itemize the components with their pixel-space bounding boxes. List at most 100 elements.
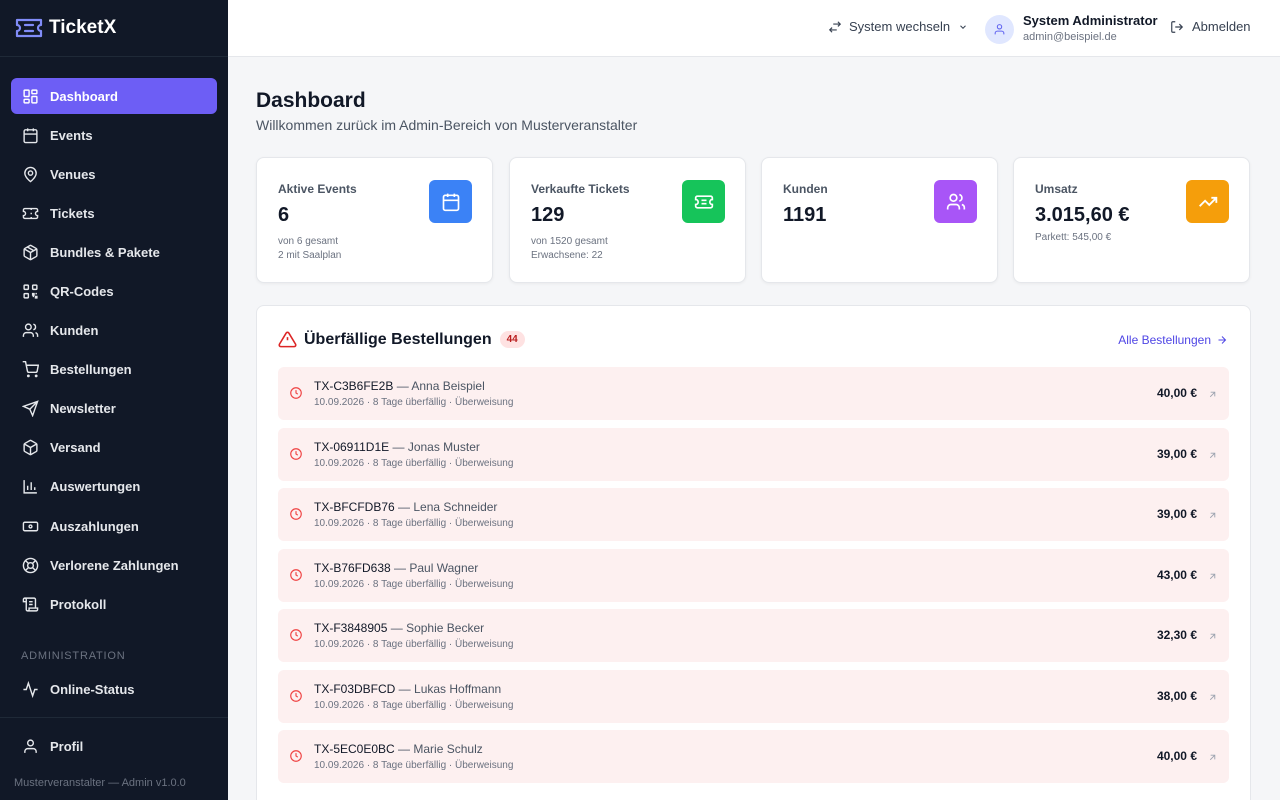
stat-subtext: Parkett: 545,00 € [1035,232,1112,243]
external-link-icon[interactable] [1207,508,1218,519]
stat-label: Umsatz [1035,182,1078,196]
list-item[interactable]: TX-F03DBFCD — Lukas Hoffmann 10.09.2026 ·… [278,669,1229,723]
list-item[interactable]: TX-C3B6FE2B — Anna Beispiel 10.09.2026 · … [278,367,1229,420]
all-orders-link[interactable]: Alle Bestellungen [1118,333,1228,347]
system-switch-button[interactable]: System wechseln [828,19,968,34]
sidebar-item-venues[interactable]: Venues [11,156,217,192]
stat-value: 129 [531,204,565,226]
order-details: 10.09.2026 · 8 Tage überfällig · Überwei… [314,578,514,590]
external-link-icon[interactable] [1207,629,1218,640]
order-details: 10.09.2026 · 8 Tage überfällig · Überwei… [314,518,514,529]
list-item[interactable]: TX-B76FD638 — Paul Wagner 10.09.2026 · 8 … [278,548,1229,602]
order-separator: — [390,560,410,575]
sidebar-item-protokoll[interactable]: Protokoll [11,586,217,622]
sidebar-item-label: Kunden [50,323,99,339]
stat-label: Verkaufte Tickets [531,182,630,196]
stat-card-verkaufte-tickets: Verkaufte Tickets 129 von 1520 gesamt Er… [509,157,746,283]
clock-icon [289,628,303,642]
stat-subtext: von 1520 gesamt [531,236,608,247]
topbar: System wechseln System Administrator adm… [228,0,1280,57]
dashboard-icon [22,88,39,105]
users-icon [22,322,39,339]
qr-code-icon [22,283,39,300]
sidebar-item-label: QR-Codes [50,283,114,299]
order-title: TX-F03DBFCD — Lukas Hoffmann [314,682,501,696]
sidebar-item-newsletter[interactable]: Newsletter [11,391,217,427]
logout-icon [1171,20,1184,33]
external-link-icon[interactable] [1207,690,1218,701]
package-icon [22,244,39,261]
sidebar-item-events[interactable]: Events [11,117,217,153]
order-details: 10.09.2026 · 8 Tage überfällig · Überwei… [314,639,514,650]
user-menu[interactable]: System Administrator admin@beispiel.de [985,13,1158,45]
order-separator: — [394,742,414,756]
sidebar-item-tickets[interactable]: Tickets [11,195,217,231]
sidebar-item-auswertungen[interactable]: Auswertungen [11,469,217,505]
order-details: 10.09.2026 · 8 Tage überfällig · Überwei… [314,397,514,408]
sidebar-item-label: Versand [50,440,101,456]
sidebar-item-qr-codes[interactable]: QR-Codes [11,273,217,309]
list-item[interactable]: TX-BFCFDB76 — Lena Schneider 10.09.2026 ·… [278,488,1229,541]
sidebar-item-label: Auswertungen [50,479,141,495]
order-customer: Paul Wagner [409,560,479,575]
order-customer: Jonas Muster [407,439,480,454]
panel-header: Überfällige Bestellungen 44 [278,330,525,349]
order-separator: — [395,681,415,696]
box-icon [22,439,39,456]
order-id: TX-F3848905 [314,621,388,635]
sidebar-item-kunden[interactable]: Kunden [11,313,217,349]
order-separator: — [393,379,412,393]
overdue-orders-panel: Überfällige Bestellungen 44 Alle Bestell… [256,305,1251,800]
stat-card-kunden: Kunden 1191 [761,157,998,283]
lifebuoy-icon [22,557,39,574]
order-title: TX-BFCFDB76 — Lena Schneider [314,500,497,514]
external-link-icon[interactable] [1207,448,1218,459]
external-link-icon[interactable] [1207,750,1218,761]
calendar-icon [429,180,472,223]
sidebar-item-dashboard[interactable]: Dashboard [11,78,217,114]
app-name: TicketX [49,17,117,38]
send-icon [22,400,39,418]
sidebar-item-bestellungen[interactable]: Bestellungen [11,352,217,388]
sidebar-item-label: Venues [50,166,96,182]
order-id: TX-F03DBFCD [314,681,396,696]
external-link-icon[interactable] [1207,569,1218,580]
user-email: admin@beispiel.de [1023,31,1117,43]
sidebar-item-label: Protokoll [50,596,107,612]
external-link-icon[interactable] [1207,387,1218,398]
stat-value: 3.015,60 € [1035,204,1130,226]
page-subtitle: Willkommen zurück im Admin-Bereich von M… [256,117,638,133]
sidebar-item-verlorene-zahlungen[interactable]: Verlorene Zahlungen [11,547,217,583]
order-customer: Sophie Becker [406,621,485,635]
order-amount: 43,00 € [1156,567,1197,582]
order-id: TX-06911D1E [314,439,390,454]
users-icon [934,180,977,223]
stat-subtext: Erwachsene: 22 [531,250,603,261]
map-pin-icon [22,166,39,183]
order-amount: 39,00 € [1156,507,1197,521]
clock-icon [289,386,303,400]
stat-value: 1191 [783,204,827,226]
order-customer: Lena Schneider [413,500,498,514]
list-item[interactable]: TX-06911D1E — Jonas Muster 10.09.2026 · 8… [278,427,1229,481]
avatar [985,14,1014,44]
stat-subtext: von 6 gesamt [278,236,339,247]
sidebar-item-bundles[interactable]: Bundles & Pakete [11,234,217,270]
order-title: TX-B76FD638 — Paul Wagner [314,561,478,575]
sidebar-item-auszahlungen[interactable]: Auszahlungen [11,508,217,544]
brand[interactable]: TicketX [0,0,228,57]
sidebar-item-versand[interactable]: Versand [11,430,217,466]
sidebar-item-label: Profil [50,738,84,754]
logout-button[interactable]: Abmelden [1170,19,1251,34]
order-amount: 40,00 € [1156,386,1197,400]
order-amount: 32,30 € [1156,628,1197,642]
list-item[interactable]: TX-5EC0E0BC — Marie Schulz 10.09.2026 · 8… [278,730,1229,783]
order-id: TX-5EC0E0BC [314,742,395,756]
sidebar-item-profil[interactable]: Profil [11,728,217,764]
overdue-orders-list: TX-C3B6FE2B — Anna Beispiel 10.09.2026 · … [278,367,1229,791]
order-details: 10.09.2026 · 8 Tage überfällig · Überwei… [314,699,514,711]
clock-icon [289,568,303,582]
order-id: TX-C3B6FE2B [314,379,394,393]
sidebar-item-online-status[interactable]: Online-Status [11,671,217,707]
list-item[interactable]: TX-F3848905 — Sophie Becker 10.09.2026 · … [278,609,1229,662]
